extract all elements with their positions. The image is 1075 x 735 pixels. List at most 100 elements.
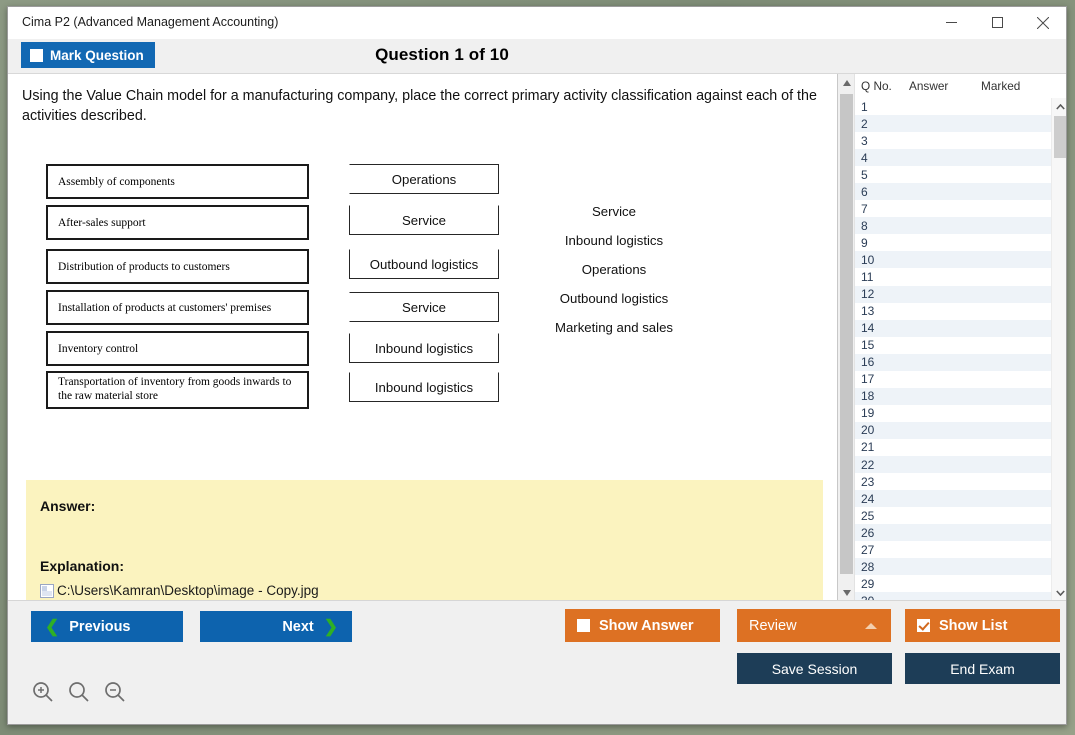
table-row[interactable]: 26 bbox=[855, 524, 1051, 541]
classification-option: Outbound logistics bbox=[514, 291, 714, 306]
table-row[interactable]: 13 bbox=[855, 303, 1051, 320]
table-row[interactable]: 8 bbox=[855, 217, 1051, 234]
question-list-rows: 1234567891011121314151617181920212223242… bbox=[855, 98, 1051, 601]
column-header-marked: Marked bbox=[981, 79, 1041, 93]
table-row[interactable]: 1 bbox=[855, 98, 1051, 115]
zoom-in-icon[interactable] bbox=[32, 681, 54, 708]
answer-slot[interactable]: Outbound logistics bbox=[349, 249, 499, 279]
table-row[interactable]: 24 bbox=[855, 490, 1051, 507]
show-list-checkbox-icon[interactable] bbox=[917, 619, 930, 632]
cell-qno: 13 bbox=[861, 304, 909, 318]
exam-window: Cima P2 (Advanced Management Accounting)… bbox=[7, 6, 1067, 725]
table-row[interactable]: 25 bbox=[855, 507, 1051, 524]
answer-slot[interactable]: Inbound logistics bbox=[349, 333, 499, 363]
minimize-button[interactable] bbox=[928, 7, 974, 38]
cell-qno: 27 bbox=[861, 543, 909, 557]
inner-scroll-down-arrow-icon[interactable] bbox=[1052, 584, 1067, 601]
classification-option: Marketing and sales bbox=[514, 320, 714, 335]
table-row[interactable]: 11 bbox=[855, 268, 1051, 285]
save-session-button[interactable]: Save Session bbox=[737, 653, 892, 684]
value-chain-diagram: Assembly of components After-sales suppo… bbox=[8, 160, 837, 420]
previous-button[interactable]: ❮ Previous bbox=[31, 611, 183, 642]
cell-qno: 15 bbox=[861, 338, 909, 352]
table-row[interactable]: 2 bbox=[855, 115, 1051, 132]
scroll-up-arrow-icon[interactable] bbox=[838, 74, 855, 91]
answer-slot[interactable]: Service bbox=[349, 205, 499, 235]
zoom-out-icon[interactable] bbox=[104, 681, 126, 708]
table-row[interactable]: 10 bbox=[855, 251, 1051, 268]
show-answer-label: Show Answer bbox=[599, 618, 694, 634]
answer-value-area bbox=[40, 514, 809, 558]
cell-qno: 4 bbox=[861, 151, 909, 165]
inner-scrollbar-thumb[interactable] bbox=[1054, 116, 1067, 158]
activity-box: Inventory control bbox=[46, 331, 309, 366]
cell-qno: 12 bbox=[861, 287, 909, 301]
table-row[interactable]: 6 bbox=[855, 183, 1051, 200]
table-row[interactable]: 14 bbox=[855, 320, 1051, 337]
scroll-down-arrow-icon[interactable] bbox=[838, 584, 855, 601]
activity-box: After-sales support bbox=[46, 205, 309, 240]
inner-vertical-scrollbar[interactable] bbox=[1051, 98, 1067, 601]
end-exam-button[interactable]: End Exam bbox=[905, 653, 1060, 684]
table-row[interactable]: 19 bbox=[855, 405, 1051, 422]
cell-qno: 18 bbox=[861, 389, 909, 403]
cell-qno: 2 bbox=[861, 117, 909, 131]
cell-qno: 21 bbox=[861, 440, 909, 454]
answer-slot[interactable]: Inbound logistics bbox=[349, 372, 499, 402]
explanation-broken-image: C:\Users\Kamran\Desktop\image - Copy.jpg bbox=[40, 583, 809, 598]
close-icon bbox=[1037, 17, 1049, 29]
table-row[interactable]: 27 bbox=[855, 541, 1051, 558]
table-row[interactable]: 28 bbox=[855, 558, 1051, 575]
footer-toolbar: ❮ Previous Next ❯ Show Answer Review Sho… bbox=[8, 600, 1066, 724]
activity-box: Assembly of components bbox=[46, 164, 309, 199]
table-row[interactable]: 5 bbox=[855, 166, 1051, 183]
show-list-button[interactable]: Show List bbox=[905, 609, 1060, 642]
table-row[interactable]: 21 bbox=[855, 439, 1051, 456]
review-dropdown-button[interactable]: Review bbox=[737, 609, 891, 642]
table-row[interactable]: 29 bbox=[855, 575, 1051, 592]
column-header-qno: Q No. bbox=[861, 79, 909, 93]
answer-slot[interactable]: Service bbox=[349, 292, 499, 322]
table-row[interactable]: 9 bbox=[855, 234, 1051, 251]
table-row[interactable]: 7 bbox=[855, 200, 1051, 217]
table-row[interactable]: 22 bbox=[855, 456, 1051, 473]
table-row[interactable]: 12 bbox=[855, 286, 1051, 303]
maximize-button[interactable] bbox=[974, 7, 1020, 38]
zoom-tools bbox=[32, 681, 126, 708]
cell-qno: 7 bbox=[861, 202, 909, 216]
show-answer-checkbox-icon[interactable] bbox=[577, 619, 590, 632]
cell-qno: 19 bbox=[861, 406, 909, 420]
cell-qno: 8 bbox=[861, 219, 909, 233]
table-row[interactable]: 18 bbox=[855, 388, 1051, 405]
window-titlebar: Cima P2 (Advanced Management Accounting) bbox=[8, 7, 1066, 39]
close-button[interactable] bbox=[1020, 7, 1066, 38]
table-row[interactable]: 20 bbox=[855, 422, 1051, 439]
outer-vertical-scrollbar[interactable] bbox=[838, 74, 855, 601]
maximize-icon bbox=[992, 17, 1003, 28]
activity-box: Distribution of products to customers bbox=[46, 249, 309, 284]
classification-option: Operations bbox=[514, 262, 714, 277]
review-label: Review bbox=[749, 618, 797, 634]
cell-qno: 26 bbox=[861, 526, 909, 540]
cell-qno: 17 bbox=[861, 372, 909, 386]
table-row[interactable]: 16 bbox=[855, 354, 1051, 371]
explanation-label: Explanation: bbox=[40, 558, 809, 574]
cell-qno: 23 bbox=[861, 475, 909, 489]
chevron-right-icon: ❯ bbox=[324, 618, 338, 635]
activity-box: Transportation of inventory from goods i… bbox=[46, 371, 309, 409]
outer-scrollbar-thumb[interactable] bbox=[840, 94, 853, 574]
table-row[interactable]: 4 bbox=[855, 149, 1051, 166]
cell-qno: 9 bbox=[861, 236, 909, 250]
table-row[interactable]: 3 bbox=[855, 132, 1051, 149]
zoom-reset-icon[interactable] bbox=[68, 681, 90, 708]
show-answer-button[interactable]: Show Answer bbox=[565, 609, 720, 642]
table-row[interactable]: 23 bbox=[855, 473, 1051, 490]
minimize-icon bbox=[946, 17, 957, 28]
next-button[interactable]: Next ❯ bbox=[200, 611, 352, 642]
table-row[interactable]: 15 bbox=[855, 337, 1051, 354]
cell-qno: 22 bbox=[861, 458, 909, 472]
table-row[interactable]: 17 bbox=[855, 371, 1051, 388]
question-list-header: Q No. Answer Marked bbox=[855, 74, 1067, 98]
answer-slot[interactable]: Operations bbox=[349, 164, 499, 194]
inner-scroll-up-arrow-icon[interactable] bbox=[1052, 98, 1067, 115]
